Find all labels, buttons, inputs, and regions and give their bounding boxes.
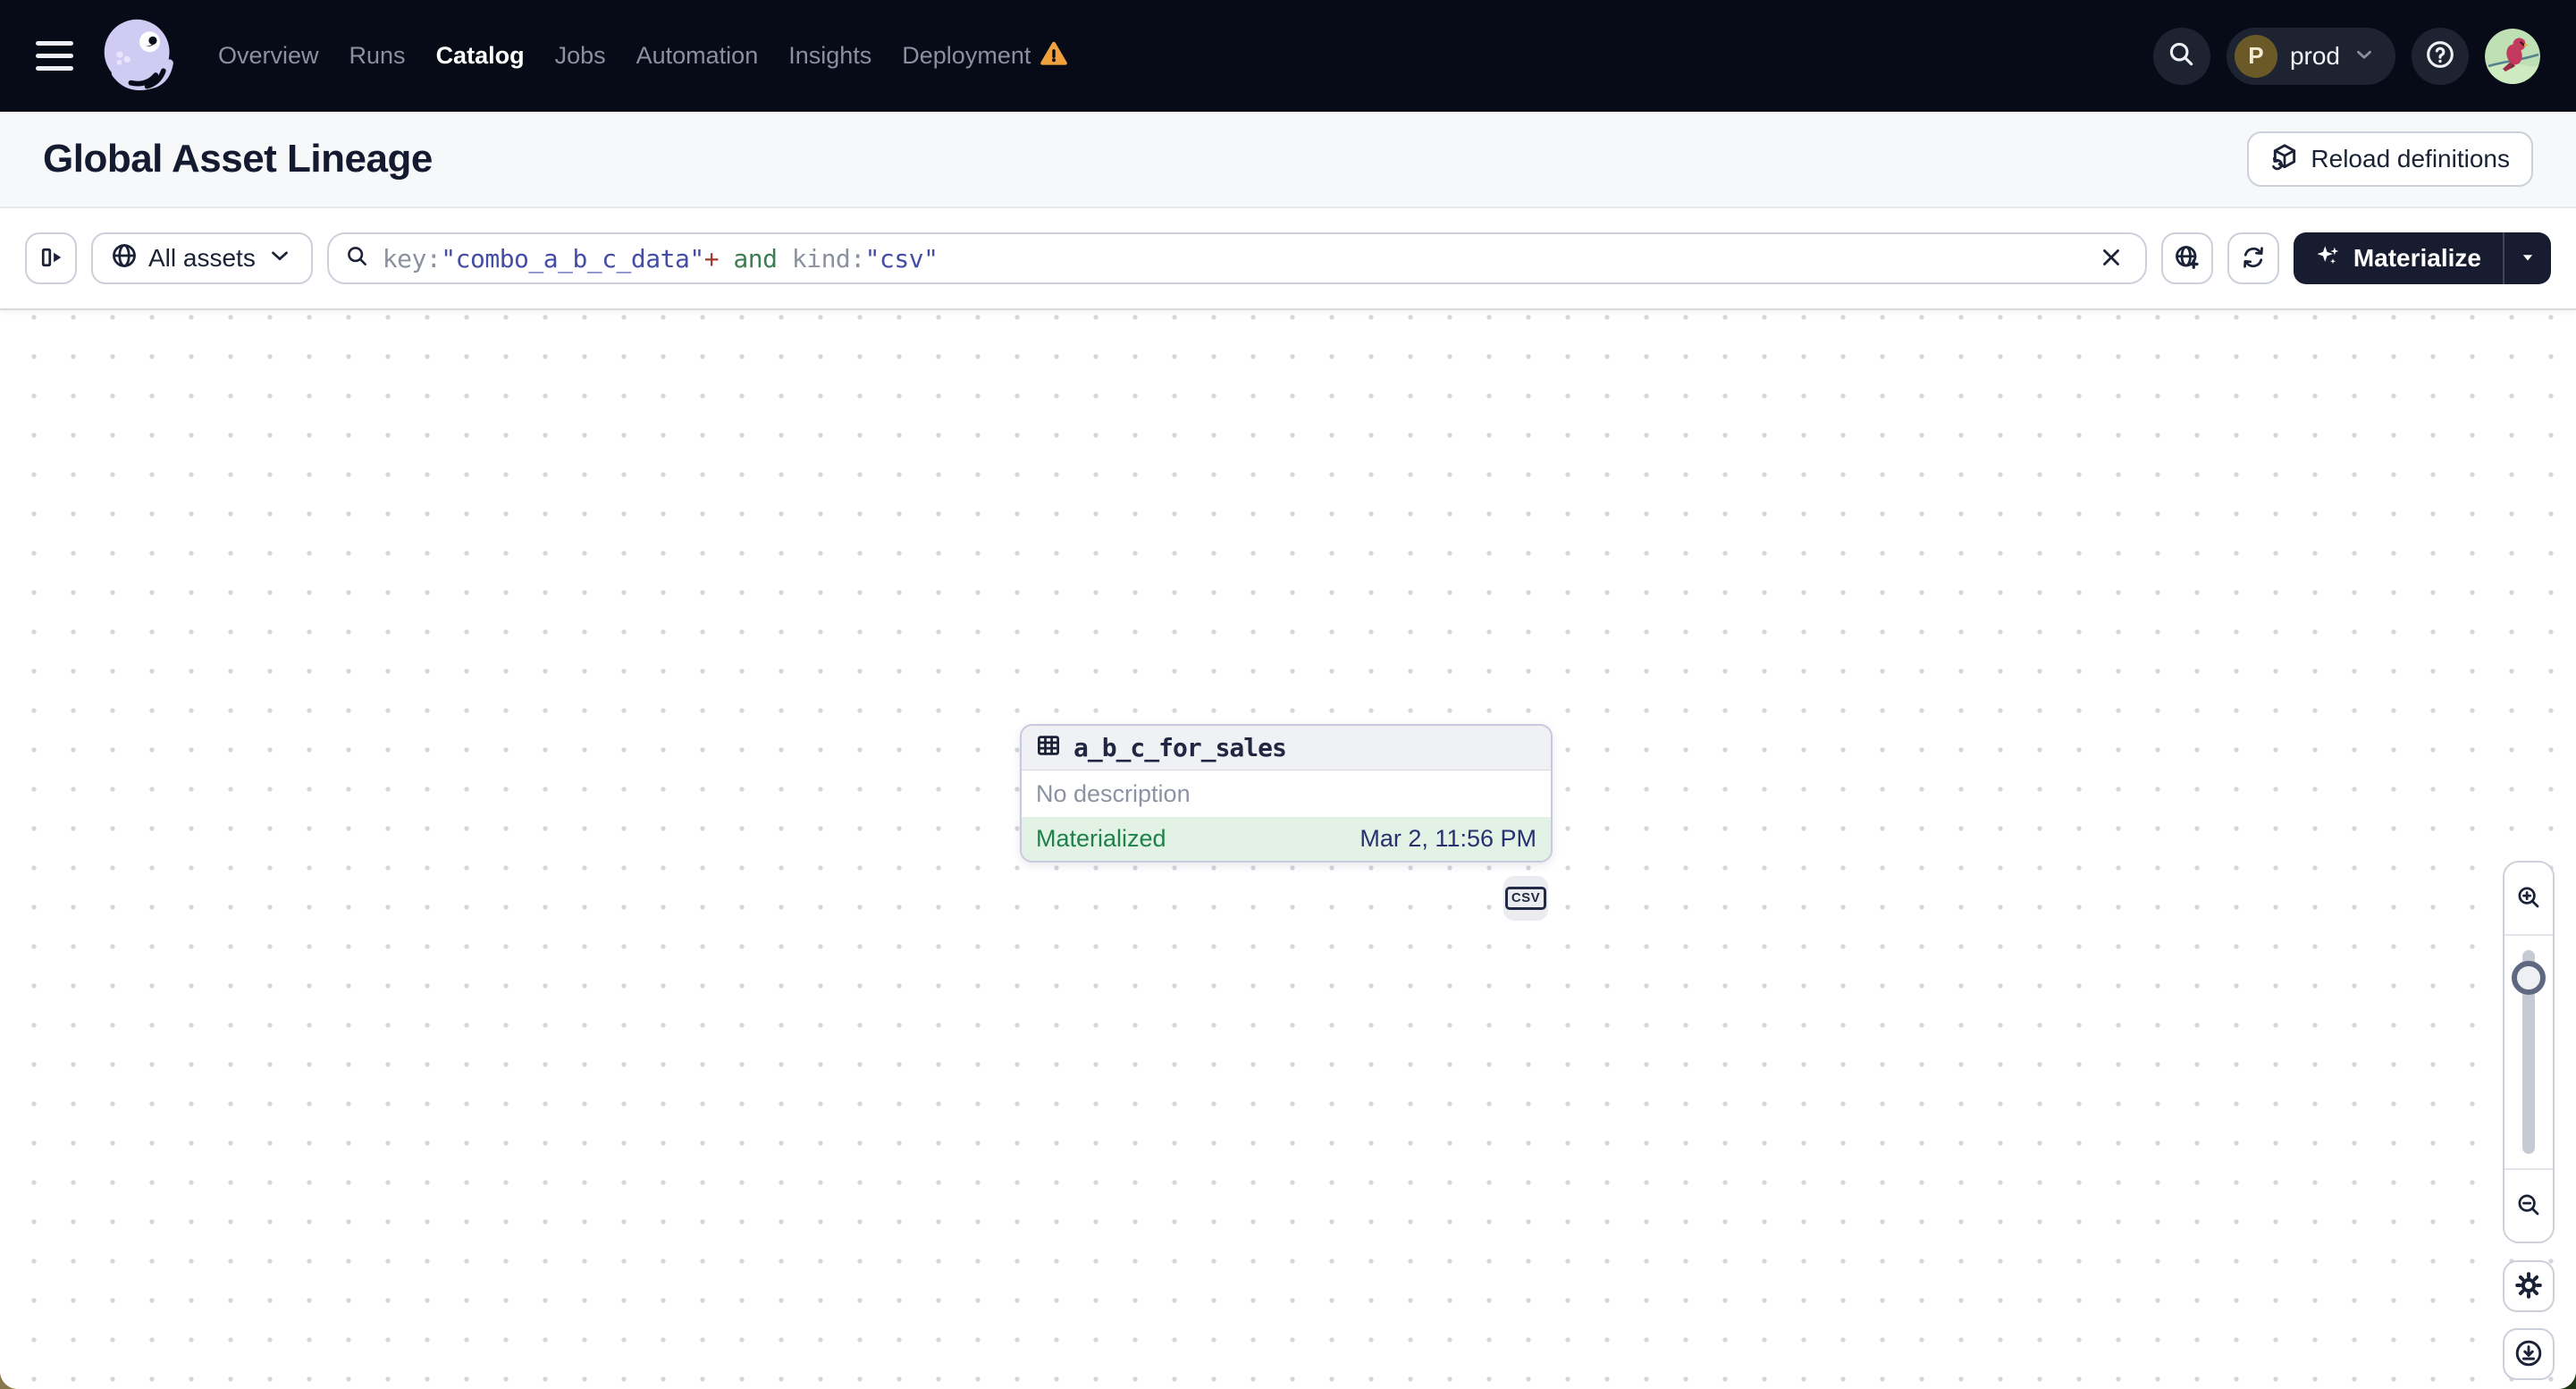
nav-item-overview[interactable]: Overview xyxy=(218,42,319,70)
graph-settings-button[interactable] xyxy=(2503,1260,2555,1312)
asset-scope-label: All assets xyxy=(148,244,256,272)
zoom-slider-thumb[interactable] xyxy=(2512,961,2546,995)
asset-search-input[interactable]: key:"combo_a_b_c_data"+ and kind:"csv" xyxy=(326,232,2147,284)
materialize-label: Materialize xyxy=(2353,244,2481,272)
reload-definitions-label: Reload definitions xyxy=(2311,145,2510,173)
search-icon xyxy=(2167,39,2197,72)
primary-nav: Overview Runs Catalog Jobs Automation In… xyxy=(218,39,1068,72)
close-icon xyxy=(2098,244,2125,274)
globe-plus-icon xyxy=(2174,244,2201,274)
reload-cube-icon xyxy=(2270,142,2299,177)
gear-icon xyxy=(2514,1271,2543,1302)
lineage-canvas[interactable]: a_b_c_for_sales No description Materiali… xyxy=(0,310,2576,1389)
nav-item-runs[interactable]: Runs xyxy=(349,42,406,70)
asset-description: No description xyxy=(1036,779,1191,807)
download-icon xyxy=(2514,1339,2543,1370)
nav-item-deployment[interactable]: Deployment xyxy=(902,42,1031,70)
asset-node-body: No description xyxy=(1022,770,1551,817)
environment-avatar: P xyxy=(2234,34,2277,78)
download-graph-button[interactable] xyxy=(2503,1328,2555,1380)
open-sidebar-panel-button[interactable] xyxy=(25,232,77,284)
help-button[interactable] xyxy=(2412,27,2469,85)
asset-kind-tag-csv[interactable]: CSV xyxy=(1503,876,1548,921)
zoom-in-button[interactable] xyxy=(2504,863,2553,936)
lineage-toolbar: All assets key:"combo_a_b_c_data"+ and k… xyxy=(0,208,2576,310)
app-window: Overview Runs Catalog Jobs Automation In… xyxy=(0,0,2576,1389)
refresh-sync-icon xyxy=(2240,244,2267,274)
environment-name: prod xyxy=(2289,41,2340,70)
view-full-graph-button[interactable] xyxy=(2160,232,2213,284)
question-mark-icon xyxy=(2425,39,2455,72)
asset-status-badge: Materialized xyxy=(1036,825,1166,852)
environment-switcher[interactable]: P prod xyxy=(2226,27,2395,85)
asset-node-status-bar: Materialized Mar 2, 11:56 PM xyxy=(1022,817,1551,861)
user-avatar[interactable] xyxy=(2485,28,2540,84)
sparkle-icon xyxy=(2315,242,2342,275)
materialize-button[interactable]: Materialize xyxy=(2294,232,2503,284)
nav-item-automation[interactable]: Automation xyxy=(636,42,759,70)
chevron-down-icon xyxy=(2353,43,2376,69)
dagster-logo-icon xyxy=(98,15,181,97)
nav-item-catalog[interactable]: Catalog xyxy=(436,42,525,70)
refresh-button[interactable] xyxy=(2227,232,2279,284)
asset-node-a-b-c-for-sales[interactable]: a_b_c_for_sales No description Materiali… xyxy=(1020,724,1553,863)
zoom-in-icon xyxy=(2515,884,2542,913)
zoom-out-icon xyxy=(2515,1191,2542,1221)
nav-right-cluster: P prod xyxy=(2152,27,2540,85)
table-icon xyxy=(1035,732,1062,763)
nav-item-jobs[interactable]: Jobs xyxy=(555,42,606,70)
chevron-down-icon xyxy=(266,242,293,275)
clear-query-button[interactable] xyxy=(2093,240,2129,276)
page-header: Global Asset Lineage Reload definitions xyxy=(0,112,2576,208)
asset-materialized-timestamp[interactable]: Mar 2, 11:56 PM xyxy=(1360,825,1536,853)
reload-definitions-button[interactable]: Reload definitions xyxy=(2247,131,2533,187)
asset-node-header: a_b_c_for_sales xyxy=(1022,726,1551,770)
asset-selection-query[interactable]: key:"combo_a_b_c_data"+ and kind:"csv" xyxy=(383,244,2081,274)
materialize-options-button[interactable] xyxy=(2504,232,2551,284)
menu-icon[interactable] xyxy=(36,31,86,81)
asset-name: a_b_c_for_sales xyxy=(1073,733,1287,762)
search-icon xyxy=(345,244,370,274)
top-nav: Overview Runs Catalog Jobs Automation In… xyxy=(0,0,2576,112)
caret-down-icon xyxy=(2517,247,2538,271)
zoom-slider[interactable] xyxy=(2504,936,2553,1168)
nav-item-insights[interactable]: Insights xyxy=(788,42,871,70)
csv-icon: CSV xyxy=(1504,887,1547,910)
zoom-out-button[interactable] xyxy=(2504,1168,2553,1242)
zoom-controls xyxy=(2503,861,2555,1243)
materialize-split-button: Materialize xyxy=(2293,232,2551,284)
global-search-button[interactable] xyxy=(2152,27,2210,85)
asset-scope-dropdown[interactable]: All assets xyxy=(91,232,313,284)
globe-icon xyxy=(111,242,138,275)
panel-expand-icon xyxy=(38,244,64,274)
warning-triangle-icon xyxy=(1040,39,1068,72)
page-title: Global Asset Lineage xyxy=(43,137,433,181)
